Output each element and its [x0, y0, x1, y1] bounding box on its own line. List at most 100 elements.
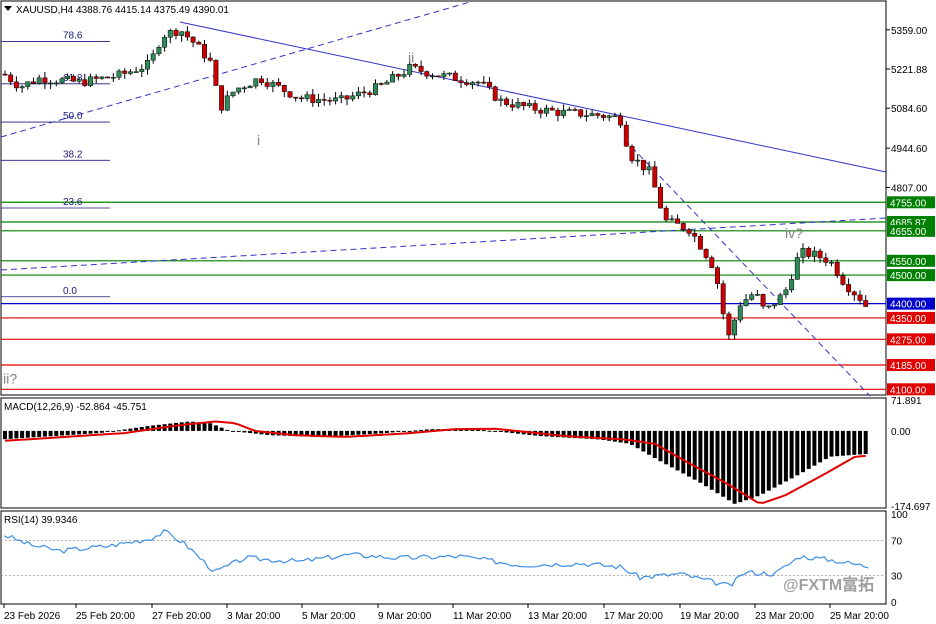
- bear-candle: [70, 76, 76, 82]
- bear-candle: [281, 85, 287, 92]
- main-price-panel[interactable]: [0, 0, 887, 396]
- bull-candle: [76, 79, 82, 82]
- bull-candle: [566, 109, 572, 111]
- macd-histogram-bar: [128, 428, 133, 431]
- macd-histogram-bar: [823, 430, 828, 460]
- macd-histogram-bar: [812, 430, 817, 466]
- macd-histogram-bar: [675, 430, 680, 471]
- macd-histogram-bar: [71, 430, 76, 435]
- rsi-panel[interactable]: [0, 510, 887, 605]
- time-axis-label: 17 Mar 20:00: [604, 611, 663, 622]
- bear-candle: [202, 44, 207, 59]
- macd-histogram-bar: [419, 429, 424, 431]
- bull-candle: [526, 103, 532, 106]
- macd-histogram-bar: [356, 430, 361, 435]
- bull-candle: [669, 218, 675, 221]
- fib-level-label: 0.0: [63, 286, 77, 297]
- macd-histogram-bar: [806, 430, 811, 469]
- macd-histogram-bar: [744, 430, 748, 501]
- bull-candle: [116, 70, 122, 78]
- fib-level-label: 38.2: [63, 149, 83, 160]
- macd-histogram-bar: [852, 430, 857, 455]
- macd-histogram-bar: [82, 430, 87, 435]
- bear-candle: [190, 36, 196, 43]
- macd-histogram-bar: [715, 430, 720, 494]
- bear-candle: [481, 81, 487, 84]
- bull-candle: [139, 68, 145, 72]
- macd-histogram-bar: [367, 430, 372, 435]
- macd-histogram-bar: [94, 430, 99, 434]
- time-axis-label: 11 Mar 20:00: [453, 611, 512, 622]
- bear-candle: [13, 81, 19, 89]
- bear-candle: [857, 294, 863, 301]
- bear-candle: [692, 233, 698, 237]
- rsi-axis-label: 0: [891, 598, 897, 609]
- bear-candle: [720, 283, 726, 315]
- bull-candle: [743, 299, 749, 307]
- bear-candle: [846, 284, 852, 293]
- price-axis-label: 5084.60: [891, 104, 928, 115]
- macd-histogram-bar: [37, 430, 42, 437]
- price-level-label: 4100.00: [890, 385, 927, 396]
- macd-histogram-bar: [726, 430, 731, 501]
- fib-level-label: 23.6: [63, 197, 83, 208]
- bear-candle: [310, 94, 316, 103]
- bear-candle: [663, 207, 669, 221]
- macd-axis-label: 71.891: [891, 396, 922, 407]
- macd-histogram-bar: [858, 430, 862, 455]
- macd-histogram-bar: [20, 430, 25, 439]
- macd-histogram-bar: [373, 430, 378, 434]
- bull-candle: [829, 261, 834, 264]
- macd-histogram-bar: [635, 430, 640, 449]
- bear-candle: [31, 81, 36, 84]
- macd-histogram-bar: [795, 430, 800, 476]
- macd-histogram-bar: [407, 430, 412, 432]
- macd-histogram-bar: [117, 430, 121, 432]
- bear-candle: [549, 107, 555, 111]
- macd-histogram-bar: [789, 430, 794, 479]
- bear-candle: [213, 60, 219, 86]
- price-level-label: 4550.00: [890, 257, 927, 268]
- bull-candle: [441, 73, 447, 77]
- macd-histogram-bar: [242, 430, 247, 433]
- bear-candle: [532, 103, 538, 111]
- bull-candle: [88, 76, 93, 86]
- bear-candle: [504, 98, 510, 105]
- macd-histogram-bar: [687, 430, 691, 477]
- price-axis-label: 5221.88: [891, 65, 928, 76]
- macd-histogram-bar: [111, 430, 116, 432]
- bull-candle: [241, 87, 247, 90]
- macd-histogram-bar: [749, 430, 754, 499]
- time-axis-label: 9 Mar 20:00: [378, 611, 432, 622]
- bear-candle: [686, 229, 692, 234]
- macd-histogram-bar: [863, 430, 868, 455]
- macd-histogram-bar: [402, 430, 406, 432]
- macd-histogram-bar: [219, 427, 224, 431]
- macd-histogram-bar: [42, 430, 47, 437]
- bull-candle: [133, 71, 139, 73]
- bear-candle: [42, 77, 48, 84]
- bull-candle: [561, 109, 567, 116]
- bear-candle: [122, 70, 128, 74]
- macd-histogram-bar: [698, 430, 703, 483]
- bear-candle: [578, 109, 584, 117]
- bear-candle: [623, 124, 629, 147]
- bull-candle: [236, 87, 242, 93]
- macd-histogram-bar: [772, 430, 777, 488]
- time-axis-label: 23 Feb 2026: [4, 611, 61, 622]
- bear-candle: [105, 76, 111, 79]
- bull-candle: [430, 75, 435, 78]
- macd-histogram-bar: [413, 430, 418, 432]
- time-axis-label: 13 Mar 20:00: [528, 611, 587, 622]
- price-level-label: 4185.00: [890, 361, 927, 372]
- bear-candle: [760, 294, 766, 307]
- time-axis-label: 27 Feb 20:00: [152, 611, 211, 622]
- macd-histogram-bar: [618, 430, 623, 443]
- bull-candle: [777, 294, 783, 306]
- bear-candle: [675, 218, 681, 224]
- bear-candle: [555, 109, 561, 116]
- wave-label: iii?: [0, 371, 17, 387]
- symbol-header: XAUUSD,H4 4388.76 4415.14 4375.49 4390.0…: [16, 5, 229, 16]
- bull-candle: [606, 115, 612, 118]
- macd-histogram-bar: [664, 430, 669, 465]
